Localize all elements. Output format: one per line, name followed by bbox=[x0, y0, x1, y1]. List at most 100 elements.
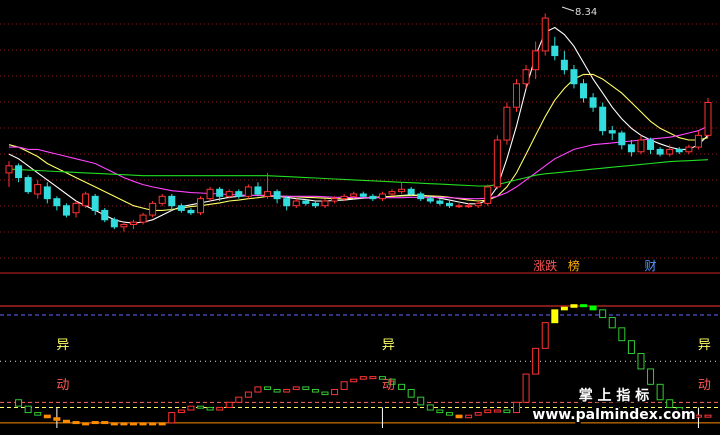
candle-body bbox=[694, 134, 702, 148]
indicator-block bbox=[15, 399, 23, 407]
signal-label: 涨跌 bbox=[533, 258, 557, 273]
candle-body bbox=[53, 198, 61, 207]
candle bbox=[436, 198, 444, 206]
indicator-block bbox=[24, 405, 32, 414]
candle bbox=[311, 201, 319, 209]
candle bbox=[158, 193, 166, 206]
indicator-marker: 动 bbox=[56, 378, 69, 393]
candle-body bbox=[455, 205, 463, 208]
candle bbox=[15, 163, 23, 183]
indicator-block bbox=[302, 386, 310, 390]
indicator-block bbox=[436, 409, 444, 414]
candle bbox=[541, 13, 549, 56]
candle-body bbox=[168, 195, 176, 207]
candle bbox=[129, 219, 137, 230]
candle-body bbox=[302, 200, 310, 204]
candle-body bbox=[541, 17, 549, 52]
candle bbox=[187, 208, 195, 216]
candle-body bbox=[359, 193, 367, 197]
candle-body bbox=[417, 193, 425, 200]
candle-body bbox=[110, 219, 118, 228]
candle bbox=[120, 222, 128, 232]
indicator-block bbox=[264, 386, 272, 390]
indicator-block bbox=[311, 388, 319, 393]
candle-body bbox=[608, 130, 616, 134]
indicator-block bbox=[647, 368, 655, 385]
candle bbox=[53, 196, 61, 211]
peak-leader bbox=[561, 6, 575, 12]
candle-body bbox=[436, 200, 444, 204]
candle-body bbox=[503, 106, 511, 141]
candle-body bbox=[225, 191, 233, 197]
candle bbox=[283, 196, 291, 211]
candle-body bbox=[149, 202, 157, 216]
watermark-cn: 掌 上 指 标 bbox=[579, 387, 650, 404]
candle-body bbox=[101, 209, 109, 221]
indicator-block bbox=[321, 391, 329, 396]
candle-body bbox=[398, 188, 406, 193]
candle bbox=[580, 79, 588, 103]
indicator-block bbox=[637, 353, 645, 370]
candle-body bbox=[311, 202, 319, 207]
candle bbox=[72, 201, 80, 218]
candle-body bbox=[187, 209, 195, 214]
indicator-markers: 异动 异动 异动 bbox=[56, 338, 711, 393]
indicator-block bbox=[225, 401, 233, 408]
candle bbox=[445, 201, 453, 209]
indicator-block bbox=[110, 422, 118, 426]
indicator-block bbox=[235, 396, 243, 403]
indicator-block bbox=[340, 381, 348, 390]
signal-label: 财 bbox=[645, 259, 657, 273]
candle bbox=[388, 189, 396, 197]
indicator-block bbox=[101, 421, 109, 425]
indicator-block bbox=[129, 422, 137, 426]
candle-body bbox=[426, 198, 434, 202]
candle bbox=[522, 64, 530, 89]
indicator-block bbox=[273, 388, 281, 393]
indicator-block bbox=[187, 405, 195, 411]
indicator-block bbox=[541, 322, 549, 349]
ma-line bbox=[8, 73, 709, 211]
candle-body bbox=[82, 193, 90, 207]
indicator-block bbox=[292, 386, 300, 390]
price-grid bbox=[0, 23, 720, 259]
indicator-block bbox=[589, 305, 597, 311]
indicator-block bbox=[168, 412, 176, 424]
indicator-block bbox=[599, 309, 607, 319]
indicator-block bbox=[91, 421, 99, 425]
candle-body bbox=[5, 165, 13, 174]
candle bbox=[254, 182, 262, 197]
candle-body bbox=[369, 195, 377, 200]
indicator-block bbox=[484, 409, 492, 414]
indicator-block bbox=[407, 388, 415, 398]
candle-body bbox=[283, 198, 291, 207]
candle bbox=[417, 191, 425, 202]
candle bbox=[82, 191, 90, 209]
candle bbox=[369, 193, 377, 202]
candle-body bbox=[407, 188, 415, 195]
indicator-block bbox=[283, 388, 291, 393]
candle bbox=[34, 179, 42, 199]
candle bbox=[273, 189, 281, 204]
candle bbox=[608, 125, 616, 141]
candle-body bbox=[656, 148, 664, 155]
indicator-block bbox=[53, 417, 61, 421]
candle-body bbox=[704, 102, 712, 136]
candle-body bbox=[120, 223, 128, 228]
candle bbox=[570, 64, 578, 89]
indicator-block bbox=[72, 421, 80, 425]
indicator-marker: 异 bbox=[56, 338, 69, 353]
candle-body bbox=[493, 139, 501, 188]
candle-body bbox=[589, 97, 597, 108]
candle-body bbox=[512, 83, 520, 108]
candle bbox=[292, 198, 300, 209]
candle bbox=[685, 144, 693, 155]
candle bbox=[168, 193, 176, 211]
candle-body bbox=[216, 188, 224, 197]
candle-body bbox=[206, 188, 214, 200]
candle-body bbox=[24, 177, 32, 193]
candle-body bbox=[235, 191, 243, 197]
candle-body bbox=[465, 205, 473, 208]
indicator-block bbox=[570, 304, 578, 308]
candle bbox=[484, 184, 492, 206]
